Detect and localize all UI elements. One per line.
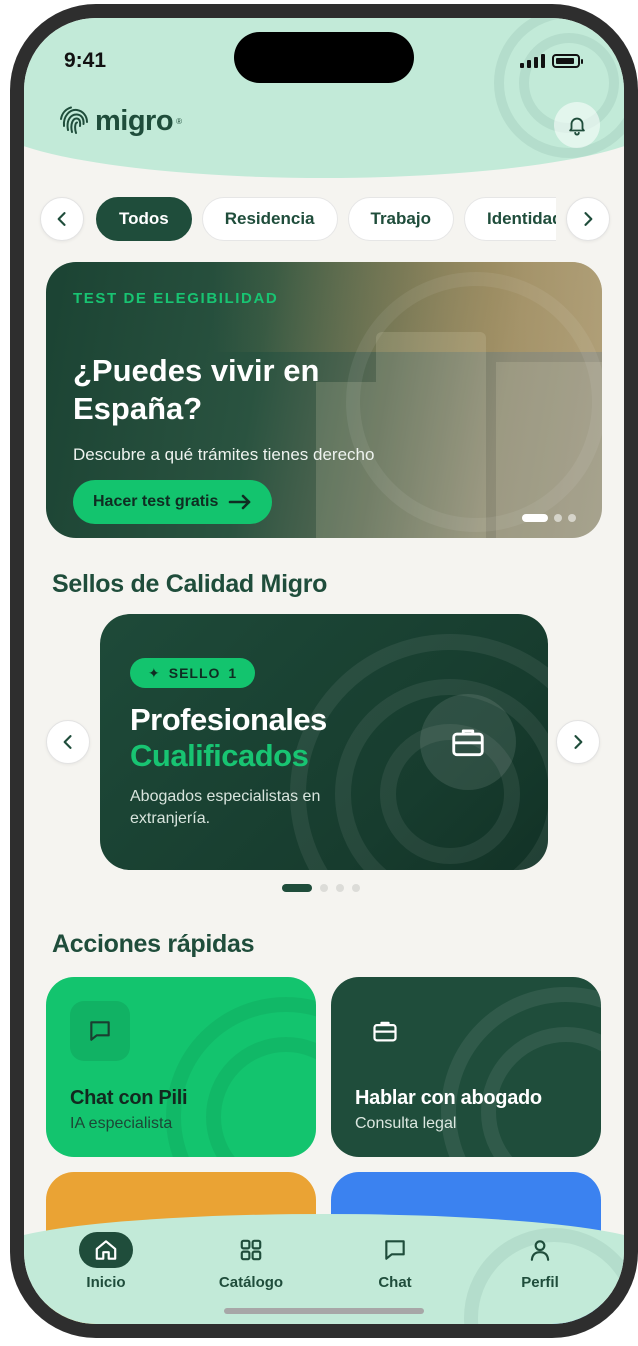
seal-page-dot[interactable] <box>336 884 344 892</box>
briefcase-icon <box>373 1021 397 1042</box>
qa-title: Chat con Pili <box>70 1087 188 1109</box>
phone-frame: 9:41 migro ® Todos Residencia Trabajo Id… <box>8 2 638 1340</box>
quality-seal-card[interactable]: ✦ SELLO 1 Profesionales Cualificados Abo… <box>100 614 548 870</box>
chat-bubble-icon <box>385 1240 405 1260</box>
seal-icon-circle <box>420 694 516 790</box>
tab-inicio[interactable]: Inicio <box>51 1232 161 1291</box>
chevron-right-icon <box>574 735 583 749</box>
tab-icon-pill <box>79 1232 133 1268</box>
seal-page-dot[interactable] <box>352 884 360 892</box>
tab-catalogo[interactable]: Catálogo <box>196 1232 306 1291</box>
logo-wordmark: migro <box>95 104 174 137</box>
hero-cta-button[interactable]: Hacer test gratis <box>73 480 273 524</box>
signal-icon <box>520 54 545 68</box>
seals-pagination <box>282 884 360 892</box>
chevron-left-icon <box>57 212 66 226</box>
seals-prev-button[interactable] <box>46 720 90 764</box>
category-filter: Todos Residencia Trabajo Identidad <box>40 197 610 241</box>
tab-chat[interactable]: Chat <box>340 1232 450 1291</box>
home-icon <box>95 1240 117 1260</box>
bell-icon <box>569 117 585 136</box>
status-bar: 9:41 <box>24 18 624 88</box>
tab-label: Catálogo <box>218 1274 284 1291</box>
qa-icon-box <box>355 1001 415 1061</box>
tab-icon-pill <box>368 1232 422 1268</box>
chip-todos[interactable]: Todos <box>96 197 192 241</box>
hero-cta-label: Hacer test gratis <box>93 493 219 510</box>
seal-badge-label: SELLO <box>168 665 221 681</box>
hero-page-dot[interactable] <box>522 514 548 522</box>
quick-action-lawyer[interactable]: Hablar con abogado Consulta legal <box>331 977 601 1157</box>
registered-mark: ® <box>176 116 182 126</box>
hero-page-dot[interactable] <box>554 514 562 522</box>
chat-bubble-icon <box>90 1021 110 1041</box>
status-time: 9:41 <box>64 49 107 72</box>
home-indicator[interactable] <box>224 1308 424 1314</box>
briefcase-icon <box>452 729 484 757</box>
qa-title: Hablar con abogado <box>355 1087 542 1109</box>
seals-section-title: Sellos de Calidad Migro <box>52 570 328 598</box>
fingerprint-decoration <box>346 272 602 532</box>
brand-logo[interactable]: migro ® <box>58 104 182 138</box>
hero-pagination <box>522 514 576 522</box>
seal-badge-number: 1 <box>228 665 238 681</box>
hero-page-dot[interactable] <box>568 514 576 522</box>
tab-perfil[interactable]: Perfil <box>485 1232 595 1291</box>
chip-identidad[interactable]: Identidad <box>463 197 556 241</box>
dynamic-island <box>234 32 414 83</box>
grid-icon <box>240 1239 262 1261</box>
app-screen: 9:41 migro ® Todos Residencia Trabajo Id… <box>24 18 624 1324</box>
seal-page-dot[interactable] <box>282 884 312 892</box>
tab-icon-pill <box>513 1232 567 1268</box>
chips-next-button[interactable] <box>566 197 610 241</box>
tab-label: Perfil <box>521 1274 559 1291</box>
chevron-right-icon <box>584 212 593 226</box>
arrow-right-icon <box>229 494 251 510</box>
chip-track: Todos Residencia Trabajo Identidad <box>96 197 556 241</box>
fingerprint-logo-icon <box>60 106 88 134</box>
tab-label: Chat <box>378 1274 412 1291</box>
tab-label: Inicio <box>86 1274 126 1291</box>
qa-subtitle: Consulta legal <box>355 1115 457 1132</box>
user-icon <box>530 1240 550 1261</box>
chip-residencia[interactable]: Residencia <box>201 197 338 241</box>
quick-actions-title: Acciones rápidas <box>52 930 255 958</box>
chips-prev-button[interactable] <box>40 197 84 241</box>
seal-badge: ✦ SELLO 1 <box>130 658 256 688</box>
seal-page-dot[interactable] <box>320 884 328 892</box>
seal-title-line2: Cualificados <box>130 738 309 773</box>
hero-subtitle: Descubre a qué trámites tienes derecho <box>73 445 375 464</box>
hero-title: ¿Puedes vivir en España? <box>73 353 320 426</box>
hero-banner[interactable]: TEST DE ELEGIBILIDAD ¿Puedes vivir en Es… <box>46 262 602 538</box>
tab-icon-pill <box>224 1232 278 1268</box>
battery-icon <box>552 54 583 68</box>
quick-action-chat-pili[interactable]: Chat con Pili IA especialista <box>46 977 316 1157</box>
seals-next-button[interactable] <box>556 720 600 764</box>
qa-icon-box <box>70 1001 130 1061</box>
sparkle-icon: ✦ <box>148 664 161 681</box>
seal-description: Abogados especialistas en extranjería. <box>130 788 321 827</box>
hero-kicker: TEST DE ELEGIBILIDAD <box>73 290 279 307</box>
notifications-button[interactable] <box>554 102 600 148</box>
qa-subtitle: IA especialista <box>70 1115 173 1132</box>
seal-title-line1: Profesionales <box>130 702 327 737</box>
chevron-left-icon <box>63 735 72 749</box>
chip-trabajo[interactable]: Trabajo <box>347 197 454 241</box>
